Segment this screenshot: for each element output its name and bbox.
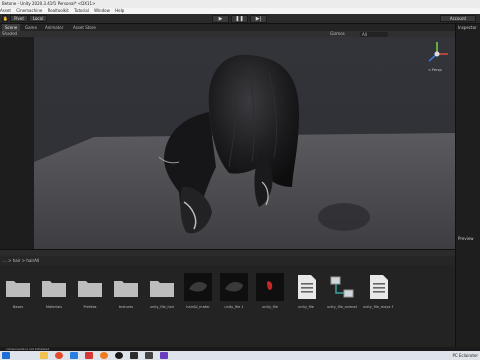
asset-item[interactable]: unity_file <box>255 272 285 316</box>
left-panel <box>0 37 34 249</box>
chrome-icon[interactable] <box>55 352 63 359</box>
play-icon[interactable]: ▶ <box>212 15 229 23</box>
asset-label: unity_file_hair <box>149 305 175 309</box>
asset-item[interactable]: unity_file_hair <box>147 272 177 316</box>
menu-cinemachine[interactable]: Cinemachine <box>16 8 42 13</box>
start-icon[interactable] <box>2 352 10 359</box>
mesh-thumbnail-icon <box>220 273 248 301</box>
breadcrumb[interactable]: ... > hair > hairAll <box>0 256 455 265</box>
explorer-icon[interactable] <box>40 352 48 359</box>
tab-game[interactable]: Game <box>22 24 40 31</box>
mesh-thumbnail-icon <box>184 273 212 301</box>
asset-item[interactable]: unity_file 1 <box>219 272 249 316</box>
asset-item[interactable]: unity_file_animat... <box>327 272 357 316</box>
menu-window[interactable]: Window <box>94 8 110 13</box>
asset-item[interactable]: unity_file <box>291 272 321 316</box>
preview-label: Preview <box>458 236 474 241</box>
asset-label: Bases <box>12 305 24 309</box>
unity-hub-icon[interactable] <box>145 352 153 359</box>
window-title: Betone - Unity 2020.3.41f1 Personal* <DX… <box>0 0 480 8</box>
tab-scene[interactable]: Scene <box>2 24 21 31</box>
asset-label: Materials <box>45 305 63 309</box>
folder-icon <box>4 273 32 301</box>
asset-label: Prefabs <box>83 305 97 309</box>
asset-label: unity_file_maya N... <box>363 305 393 309</box>
inspector-panel: Inspector Preview <box>455 24 480 350</box>
pivot-toggle[interactable]: Pivot <box>10 15 28 22</box>
persp-label[interactable]: < Persp <box>428 68 442 72</box>
asset-label: unity_file <box>298 305 314 309</box>
asset-item[interactable]: unity_file_maya N... <box>363 272 393 316</box>
pause-icon[interactable]: ❚❚ <box>231 15 248 23</box>
asset-grid: Bases Materials Prefabs textures unity_file_… <box>0 265 455 347</box>
animator-graph-icon <box>328 273 356 301</box>
opera-icon[interactable] <box>85 352 93 359</box>
inspector-tab[interactable]: Inspector <box>458 25 477 30</box>
unity-icon[interactable] <box>130 352 138 359</box>
document-icon <box>292 273 320 301</box>
tab-asset-store[interactable]: Asset Store <box>70 24 99 31</box>
system-tray[interactable]: PC Eclairoter <box>452 351 478 360</box>
hand-tool-icon[interactable]: ✋ <box>2 15 8 22</box>
menu-realtoolkit[interactable]: Realtoolkit <box>48 8 69 13</box>
step-icon[interactable]: ▶| <box>250 15 267 23</box>
folder-icon <box>76 273 104 301</box>
scene-tabbar: Scene Game Animator Asset Store <box>0 24 455 31</box>
folder-icon <box>40 273 68 301</box>
asset-label: textures <box>118 305 134 309</box>
windows-taskbar <box>0 351 480 360</box>
scene-search-input[interactable]: All <box>360 31 388 37</box>
tab-animator[interactable]: Animator <box>42 24 66 31</box>
local-toggle[interactable]: Local <box>29 15 47 22</box>
steam-icon[interactable] <box>115 352 123 359</box>
asset-item[interactable]: hairAll_mater <box>183 272 213 316</box>
menu-tutorial[interactable]: Tutorial <box>74 8 89 13</box>
vs-icon[interactable] <box>160 352 168 359</box>
folder-icon <box>112 273 140 301</box>
scene-render <box>34 54 455 249</box>
document-icon <box>364 273 392 301</box>
material-thumbnail-icon <box>256 273 284 301</box>
asset-item[interactable]: Materials <box>39 272 69 316</box>
asset-label: unity_file <box>262 305 278 309</box>
edge-icon[interactable] <box>70 352 78 359</box>
play-controls: ▶ ❚❚ ▶| <box>212 15 268 23</box>
project-toolbar <box>0 249 455 256</box>
asset-item[interactable]: Bases <box>3 272 33 316</box>
asset-item[interactable]: textures <box>111 272 141 316</box>
hair-shadow <box>318 203 370 231</box>
menu-help[interactable]: Help <box>115 8 124 13</box>
scene-viewport[interactable]: < Persp <box>34 37 455 249</box>
account-button[interactable]: Account <box>440 15 476 22</box>
axis-gizmo-icon[interactable] <box>422 39 452 69</box>
asset-label: hairAll_mater <box>186 305 210 309</box>
menu-asset[interactable]: Asset <box>0 8 11 13</box>
asset-item[interactable]: Prefabs <box>75 272 105 316</box>
folder-icon <box>148 273 176 301</box>
asset-label: unity_file_animat... <box>327 305 357 309</box>
firefox-icon[interactable] <box>100 352 108 359</box>
asset-label: unity_file 1 <box>224 305 244 309</box>
